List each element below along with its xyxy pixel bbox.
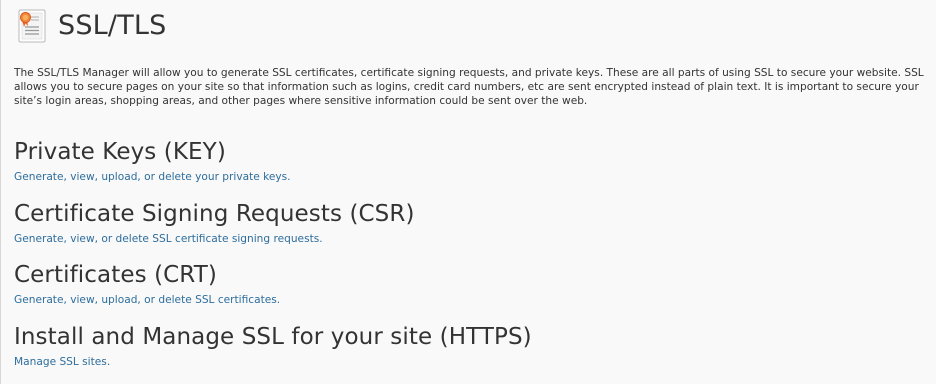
ssl-certificate-icon	[18, 9, 46, 43]
section-private-keys: Private Keys (KEY) Generate, view, uploa…	[14, 137, 291, 184]
private-keys-link[interactable]: Generate, view, upload, or delete your p…	[14, 170, 291, 184]
page-header: SSL/TLS	[16, 6, 167, 46]
left-border	[0, 0, 1, 384]
section-title-csr: Certificate Signing Requests (CSR)	[14, 201, 415, 227]
csr-link[interactable]: Generate, view, or delete SSL certificat…	[14, 232, 415, 246]
page-description: The SSL/TLS Manager will allow you to ge…	[14, 67, 924, 107]
certificates-link[interactable]: Generate, view, upload, or delete SSL ce…	[14, 293, 280, 307]
section-certificates: Certificates (CRT) Generate, view, uploa…	[14, 260, 280, 307]
section-csr: Certificate Signing Requests (CSR) Gener…	[14, 199, 415, 246]
page-title: SSL/TLS	[58, 10, 167, 41]
section-title-install-manage-ssl: Install and Manage SSL for your site (HT…	[14, 324, 532, 350]
section-install-manage-ssl: Install and Manage SSL for your site (HT…	[14, 322, 532, 369]
section-title-certificates: Certificates (CRT)	[14, 262, 217, 288]
section-title-private-keys: Private Keys (KEY)	[14, 139, 226, 165]
manage-ssl-sites-link[interactable]: Manage SSL sites.	[14, 355, 532, 369]
